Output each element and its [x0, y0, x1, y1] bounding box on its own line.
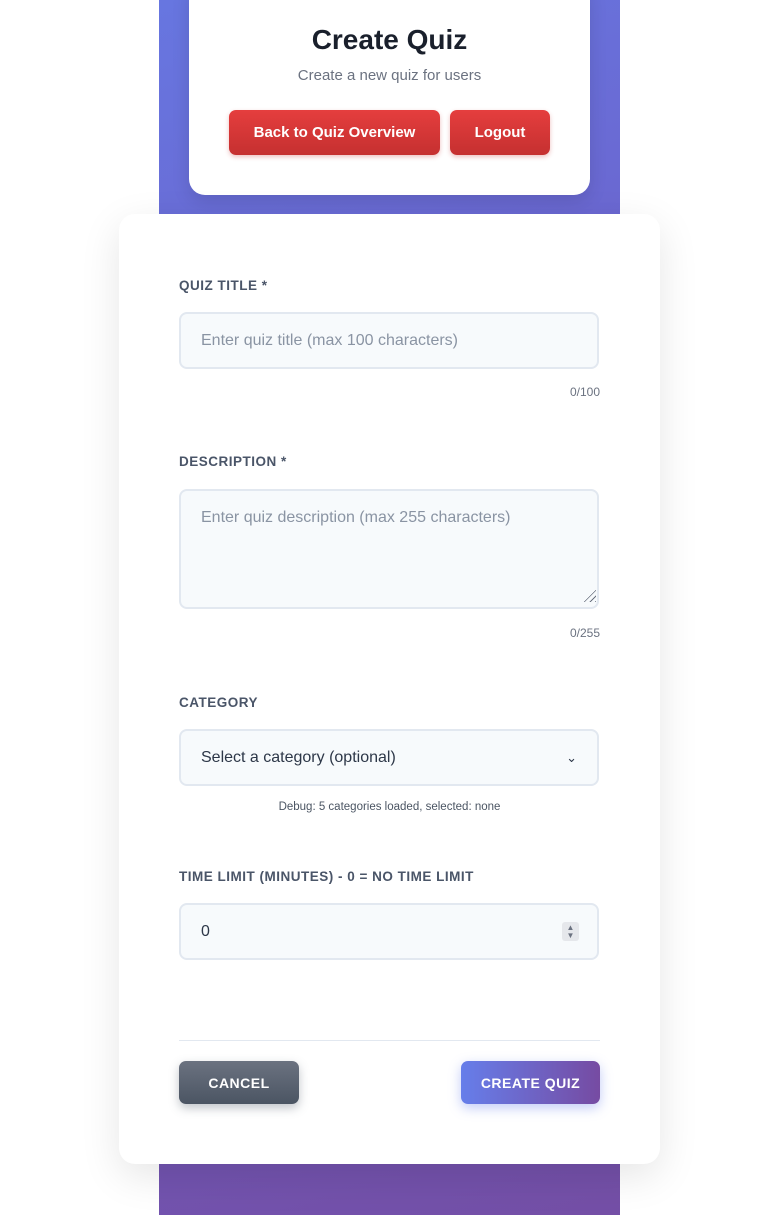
chevron-down-icon: ⌄	[566, 749, 577, 765]
description-char-counter: 0/255	[569, 626, 600, 640]
quiz-title-input[interactable]	[179, 312, 599, 369]
form-divider	[179, 1040, 600, 1041]
header-card: Create Quiz Create a new quiz for users …	[189, 0, 590, 195]
page-title: Create Quiz	[311, 24, 468, 55]
category-label: CATEGORY	[179, 695, 259, 710]
time-limit-label: TIME LIMIT (MINUTES) - 0 = NO TIME LIMIT	[179, 869, 474, 884]
category-select[interactable]: Select a category (optional) ⌄	[179, 729, 599, 786]
time-limit-input[interactable]	[179, 903, 599, 960]
create-quiz-button[interactable]: CREATE QUIZ	[461, 1061, 600, 1104]
title-char-counter: 0/100	[569, 385, 600, 399]
create-quiz-form: QUIZ TITLE * 0/100 DESCRIPTION * 0/255 C…	[119, 214, 660, 1164]
back-to-overview-button[interactable]: Back to Quiz Overview	[229, 110, 440, 155]
cancel-button[interactable]: CANCEL	[179, 1061, 299, 1104]
debug-text: Debug: 5 categories loaded, selected: no…	[278, 801, 501, 813]
description-label: DESCRIPTION *	[179, 454, 287, 469]
quiz-title-label: QUIZ TITLE *	[179, 278, 268, 293]
description-textarea[interactable]	[179, 489, 599, 609]
number-stepper-icon[interactable]: ▲ ▼	[562, 922, 579, 941]
page-subtitle: Create a new quiz for users	[297, 67, 482, 84]
logout-button[interactable]: Logout	[450, 110, 550, 155]
category-selected-value: Select a category (optional)	[201, 748, 396, 766]
